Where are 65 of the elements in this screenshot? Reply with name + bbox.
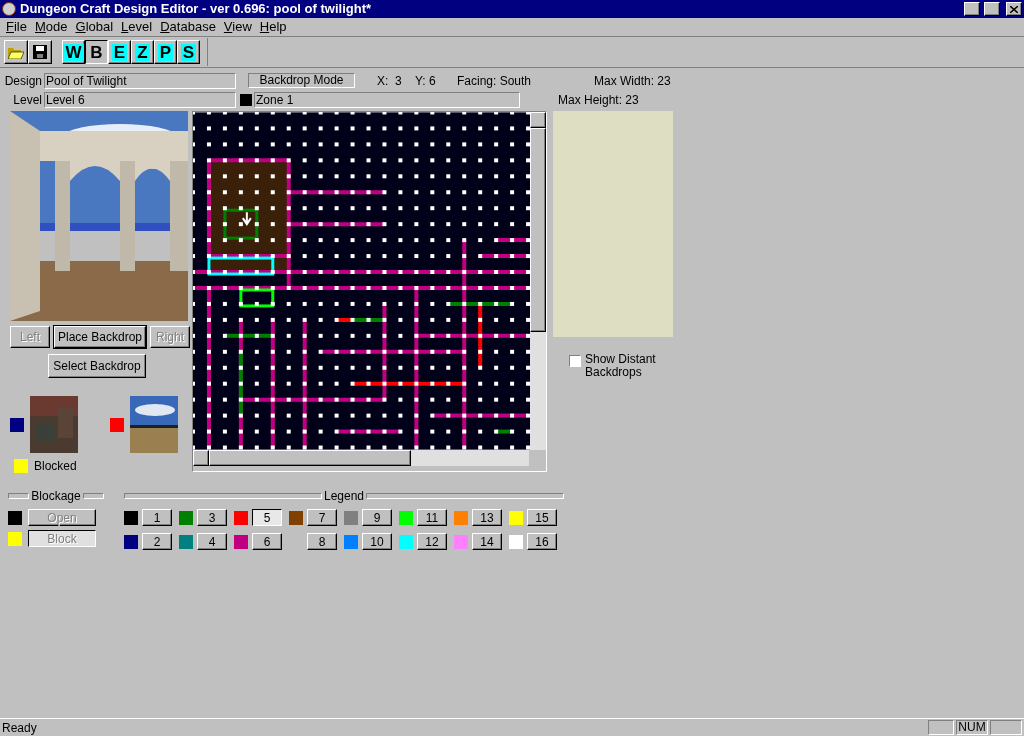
map-drawing[interactable] — [193, 112, 531, 450]
open-button[interactable] — [4, 40, 28, 64]
legend-button[interactable]: 2 — [142, 533, 172, 550]
legend-title: Legend — [324, 488, 365, 505]
facing-label: Facing: South — [457, 72, 533, 90]
legend-button[interactable]: 7 — [307, 509, 337, 526]
legend-button[interactable]: 15 — [527, 509, 557, 526]
checkbox[interactable] — [569, 355, 581, 367]
legend-button[interactable]: 12 — [417, 533, 447, 550]
menu-item[interactable]: View — [219, 17, 256, 37]
menu-item[interactable]: Mode — [30, 17, 72, 37]
level-field[interactable]: Level 6 — [44, 91, 236, 108]
horizontal-scrollbar[interactable] — [193, 450, 529, 466]
level-label: Level — [12, 91, 42, 109]
menu-item[interactable]: Database — [156, 17, 220, 37]
folder-icon — [8, 45, 24, 59]
legend-button[interactable]: 9 — [362, 509, 392, 526]
vertical-scrollbar[interactable] — [530, 112, 546, 450]
status-panel — [990, 720, 1022, 735]
blockage-title: Blockage — [31, 488, 81, 505]
mode-button[interactable]: W — [62, 40, 85, 64]
status-panel — [928, 720, 954, 735]
nav-button[interactable]: Place Backdrop — [54, 326, 146, 348]
legend-button[interactable]: 16 — [527, 533, 557, 550]
legend-button[interactable]: 3 — [197, 509, 227, 526]
window-title: Dungeon Craft Design Editor - ver 0.696: pool of twilight* — [20, 0, 373, 19]
x-coordinate: X: 3 — [377, 72, 403, 90]
mode-button[interactable]: E — [108, 40, 131, 64]
legend-button[interactable]: 10 — [362, 533, 392, 550]
floppy-icon — [33, 45, 47, 59]
mode-button[interactable]: P — [154, 40, 177, 64]
menu-item[interactable]: File — [2, 17, 31, 37]
legend-button[interactable]: 5 — [252, 509, 282, 526]
mode-button[interactable]: S — [177, 40, 200, 64]
design-field[interactable]: Pool of Twilight — [44, 72, 236, 89]
legend-button[interactable]: 1 — [142, 509, 172, 526]
checkbox-label: Show Distant Backdrops — [585, 353, 657, 379]
restore-button[interactable] — [984, 2, 1000, 16]
y-coordinate: Y: 6 — [415, 72, 437, 90]
legend-button[interactable]: 4 — [197, 533, 227, 550]
max-height-label: Max Height: 23 — [558, 91, 639, 109]
mode-button[interactable]: Z — [131, 40, 154, 64]
zone-swatch — [240, 93, 252, 106]
legend-button[interactable]: 6 — [252, 533, 282, 550]
close-icon — [1010, 5, 1018, 13]
max-width-label: Max Width: 23 — [594, 72, 671, 90]
blocked-label: Blocked — [34, 458, 77, 475]
minimize-button[interactable] — [964, 2, 980, 16]
mode-label: Backdrop Mode — [248, 73, 355, 88]
design-label: Design — [4, 72, 42, 90]
legend-button[interactable]: 8 — [307, 533, 337, 550]
num-indicator: NUM — [956, 720, 988, 735]
mode-button[interactable]: B — [85, 40, 108, 64]
zone-field[interactable]: Zone 1 — [254, 91, 520, 108]
save-button[interactable] — [28, 40, 52, 64]
legend-button[interactable]: 14 — [472, 533, 502, 550]
app-icon — [2, 2, 16, 16]
select-backdrop-button[interactable]: Select Backdrop — [48, 354, 146, 378]
close-button[interactable] — [1006, 2, 1022, 16]
status-text: Ready — [2, 719, 38, 736]
menu-item[interactable]: Help — [255, 17, 291, 37]
menu-item[interactable]: Global — [71, 17, 118, 37]
legend-button[interactable]: 11 — [417, 509, 447, 526]
legend-button[interactable]: 13 — [472, 509, 502, 526]
menu-item[interactable]: Level — [117, 17, 157, 37]
